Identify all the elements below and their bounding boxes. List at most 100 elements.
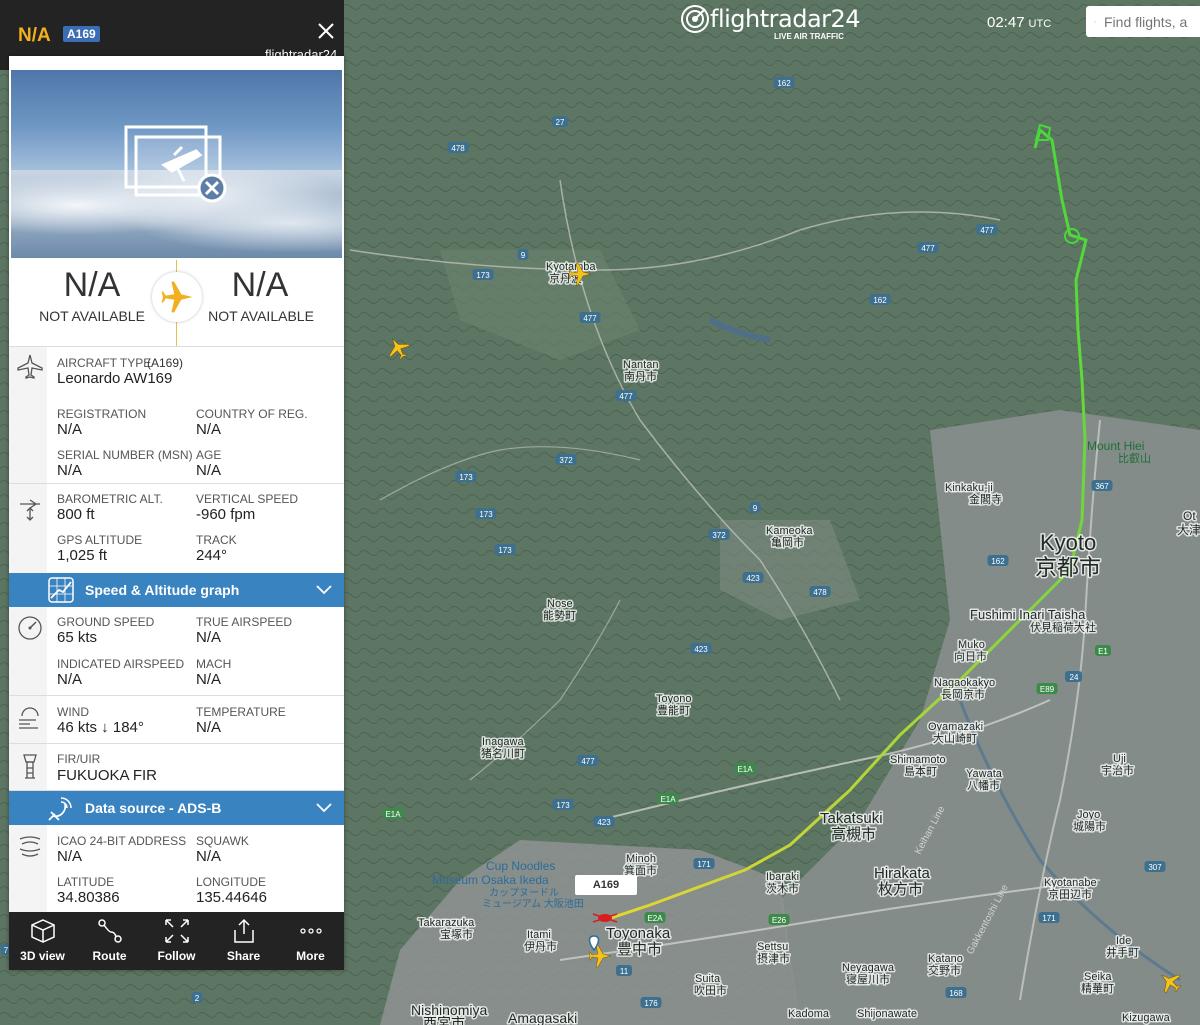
route-summary: N/A NOT AVAILABLE N/A NOT AVAILABLE bbox=[9, 260, 344, 347]
search-input[interactable] bbox=[1102, 12, 1200, 31]
3d-view-label: 3D view bbox=[20, 949, 65, 963]
poi-label: Kinkaku-ji bbox=[945, 482, 993, 494]
town-label: 豊能町 bbox=[657, 703, 690, 717]
aircraft-type-label: AIRCRAFT TYPE bbox=[57, 356, 152, 370]
gps-alt-label: GPS ALTITUDE bbox=[57, 533, 143, 547]
aircraft-callout[interactable]: A169 bbox=[575, 875, 637, 895]
city-label: Amagasaki bbox=[508, 1010, 577, 1025]
close-icon[interactable] bbox=[316, 21, 336, 41]
poi-label: カップヌードル bbox=[489, 887, 559, 899]
road-number-label: E26 bbox=[772, 916, 787, 925]
more-button[interactable]: More bbox=[277, 912, 344, 970]
road-number-label: E1A bbox=[737, 765, 753, 774]
tas-value: N/A bbox=[196, 629, 222, 646]
town-label: 茨木市 bbox=[766, 881, 799, 895]
radar-logo-icon bbox=[681, 5, 709, 33]
road-number-label: E1A bbox=[385, 810, 401, 819]
search-box[interactable] bbox=[1086, 6, 1200, 37]
no-photo-icon bbox=[124, 125, 227, 203]
town-label: 京田辺市 bbox=[1048, 887, 1092, 901]
road-number-label: 168 bbox=[949, 989, 963, 998]
town-label: 吹田市 bbox=[694, 983, 727, 997]
registration-label: N/A bbox=[18, 25, 51, 46]
altitude-section: BAROMETRIC ALT. 800 ft VERTICAL SPEED -9… bbox=[9, 484, 344, 574]
baro-alt-label: BAROMETRIC ALT. bbox=[57, 492, 163, 506]
flightradar24-logo[interactable]: flightradar24 LIVE AIR TRAFFIC bbox=[680, 4, 861, 41]
town-label: 亀岡市 bbox=[771, 535, 804, 549]
road-number-label: 173 bbox=[459, 473, 473, 482]
speed-altitude-graph-toggle[interactable]: Speed & Altitude graph bbox=[9, 573, 344, 607]
town-label: Yawata bbox=[966, 768, 1003, 780]
longitude-value: 135.44646 bbox=[196, 889, 267, 906]
city-label: 西宮市 bbox=[423, 1015, 465, 1025]
share-button[interactable]: Share bbox=[210, 912, 277, 970]
town-label: 八幡市 bbox=[967, 778, 1000, 792]
follow-icon bbox=[164, 919, 189, 943]
follow-button[interactable]: Follow bbox=[143, 912, 210, 970]
icao-address-label: ICAO 24-BIT ADDRESS bbox=[57, 834, 187, 848]
road-number-label: 423 bbox=[597, 818, 611, 827]
poi-label: Museum Osaka Ikeda bbox=[432, 873, 549, 887]
road-number-label: 162 bbox=[873, 296, 887, 305]
fir-section: FIR/UIR FUKUOKA FIR bbox=[9, 744, 344, 791]
country-label: COUNTRY OF REG. bbox=[196, 407, 308, 421]
town-label: Oyamazaki bbox=[928, 721, 983, 733]
city-label: 高槻市 bbox=[831, 826, 876, 843]
road-number-label: E1A bbox=[660, 795, 676, 804]
road-number-label: 11 bbox=[620, 967, 629, 976]
road-number-label: 423 bbox=[746, 574, 760, 583]
route-icon bbox=[97, 919, 122, 943]
town-label: Kizugawa bbox=[1122, 1012, 1171, 1024]
road-number-label: 478 bbox=[813, 588, 827, 597]
town-label: 向日市 bbox=[954, 649, 987, 663]
town-label: Kadoma bbox=[788, 1008, 830, 1020]
speedometer-icon bbox=[18, 616, 42, 640]
road-number-label: 162 bbox=[777, 79, 791, 88]
town-label: 猪名川町 bbox=[481, 746, 525, 760]
poi-label: 比叡山 bbox=[1118, 451, 1151, 465]
3d-view-button[interactable]: 3D view bbox=[9, 912, 76, 970]
follow-label: Follow bbox=[157, 949, 196, 963]
city-label: 京都市 bbox=[1035, 555, 1101, 580]
transponder-icon bbox=[19, 836, 41, 857]
aircraft-type-badge[interactable]: A169 bbox=[63, 26, 100, 42]
airplane-icon bbox=[17, 354, 43, 379]
town-label: Suita bbox=[695, 973, 721, 985]
poi-label: ミュージアム 大阪池田 bbox=[482, 897, 584, 910]
town-label: 大山崎町 bbox=[933, 731, 977, 745]
road-number-label: 477 bbox=[619, 392, 633, 401]
more-icon bbox=[299, 928, 322, 934]
road-number-label: 176 bbox=[644, 999, 658, 1008]
plane-icon bbox=[161, 281, 193, 313]
aircraft-type-code: (A169) bbox=[147, 356, 184, 370]
road-number-label: 477 bbox=[921, 244, 935, 253]
town-label: 寝屋川市 bbox=[846, 972, 890, 986]
aircraft-section: AIRCRAFT TYPE (A169) Leonardo AW169 REGI… bbox=[9, 347, 344, 484]
town-label: Itami bbox=[527, 929, 551, 941]
town-label: Takarazuka bbox=[418, 917, 475, 929]
town-label: Ot bbox=[1183, 509, 1196, 523]
town-label: Nose bbox=[547, 598, 573, 610]
town-label: Settsu bbox=[757, 941, 788, 953]
fir-value: FUKUOKA FIR bbox=[57, 767, 158, 784]
road-number-label: 173 bbox=[479, 510, 493, 519]
poi-label: Fushimi Inari Taisha bbox=[970, 607, 1086, 622]
town-label: Neyagawa bbox=[842, 962, 895, 974]
road-number-label: 367 bbox=[1095, 482, 1109, 491]
town-label: 長岡京市 bbox=[941, 687, 985, 701]
chevron-down-icon bbox=[316, 585, 332, 595]
destination-code[interactable]: N/A bbox=[185, 266, 335, 305]
town-label: 井手町 bbox=[1106, 945, 1139, 959]
more-label: More bbox=[296, 949, 325, 963]
town-label: 南丹市 bbox=[624, 369, 657, 383]
registration-field-label: REGISTRATION bbox=[57, 407, 147, 421]
data-source-toggle[interactable]: Data source - ADS-B bbox=[9, 791, 344, 825]
town-label: Minoh bbox=[626, 853, 656, 865]
city-label: 豊中市 bbox=[617, 941, 662, 958]
aircraft-photo-placeholder[interactable] bbox=[11, 70, 342, 258]
road-number-label: 171 bbox=[697, 860, 711, 869]
tas-label: TRUE AIRSPEED bbox=[196, 615, 293, 629]
origin-code[interactable]: N/A bbox=[17, 266, 167, 305]
town-label: 能勢町 bbox=[543, 608, 576, 622]
route-button[interactable]: Route bbox=[76, 912, 143, 970]
